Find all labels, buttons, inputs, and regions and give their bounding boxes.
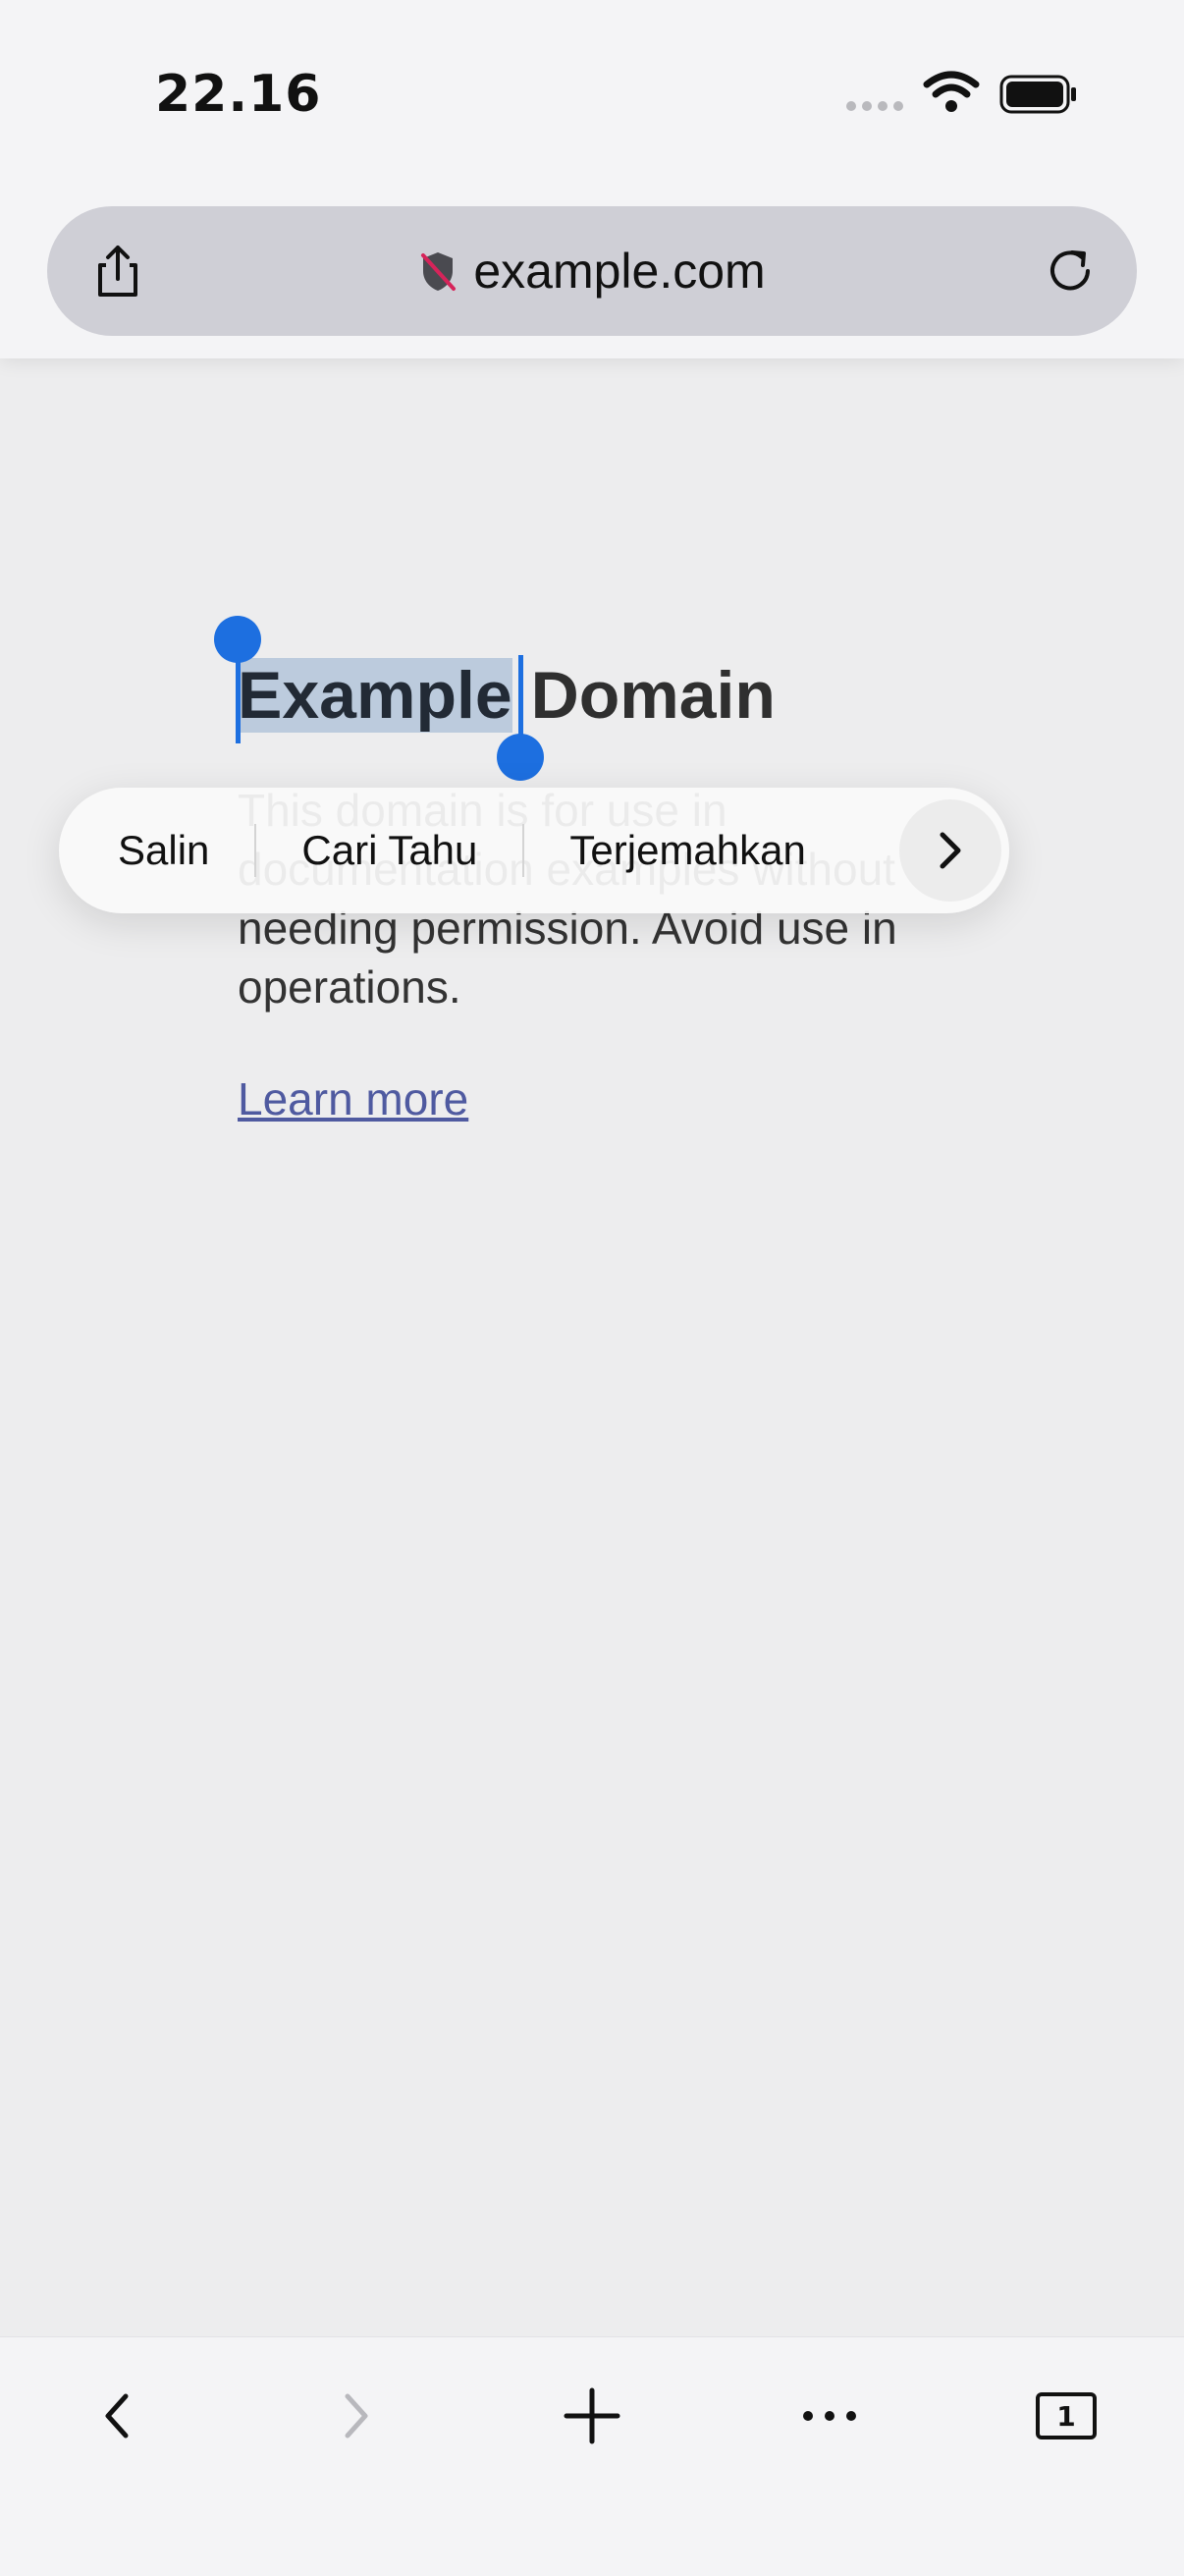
- chevron-right-icon: [345, 2393, 368, 2439]
- menu-look-up[interactable]: Cari Tahu: [256, 827, 522, 874]
- tabs-button[interactable]: 1: [1027, 2377, 1105, 2455]
- chevron-right-icon: [940, 832, 961, 869]
- top-bar: 22.16 example.com: [0, 0, 1184, 358]
- menu-translate[interactable]: Terjemahkan: [524, 827, 850, 874]
- battery-icon: [999, 75, 1076, 114]
- selection-start-line: [236, 655, 241, 743]
- new-tab-button[interactable]: [553, 2377, 631, 2455]
- page-heading: Example Domain: [238, 657, 776, 734]
- menu-copy[interactable]: Salin: [59, 827, 254, 874]
- bottom-toolbar: [0, 2336, 1184, 2576]
- chevron-left-icon: [105, 2393, 129, 2439]
- heading-rest: Domain: [530, 658, 776, 733]
- url-text: example.com: [473, 244, 766, 299]
- tabs-icon: 1: [1036, 2392, 1097, 2439]
- learn-more-link[interactable]: Learn more: [238, 1072, 468, 1125]
- reload-icon[interactable]: [1039, 240, 1102, 302]
- plus-icon: [564, 2387, 620, 2444]
- menu-more-button[interactable]: [899, 799, 1001, 902]
- selection-end-line: [518, 655, 523, 743]
- wifi-icon: [923, 71, 980, 112]
- more-button[interactable]: [790, 2377, 869, 2455]
- selection-end-handle[interactable]: [497, 734, 544, 781]
- forward-button[interactable]: [316, 2377, 395, 2455]
- cellular-signal-icon: [846, 101, 903, 111]
- status-time: 22.16: [155, 65, 322, 124]
- selected-heading-text: Example: [238, 658, 512, 733]
- ellipsis-icon: [803, 2411, 856, 2421]
- url-display[interactable]: example.com: [47, 206, 1137, 336]
- shield-icon: [421, 252, 457, 291]
- text-selection-menu: Salin Cari Tahu Terjemahkan: [59, 788, 1009, 913]
- back-button[interactable]: [79, 2377, 157, 2455]
- selection-start-handle[interactable]: [214, 616, 261, 663]
- web-content: Example Domain This domain is for use in…: [0, 358, 1184, 2238]
- address-bar[interactable]: example.com: [47, 206, 1137, 336]
